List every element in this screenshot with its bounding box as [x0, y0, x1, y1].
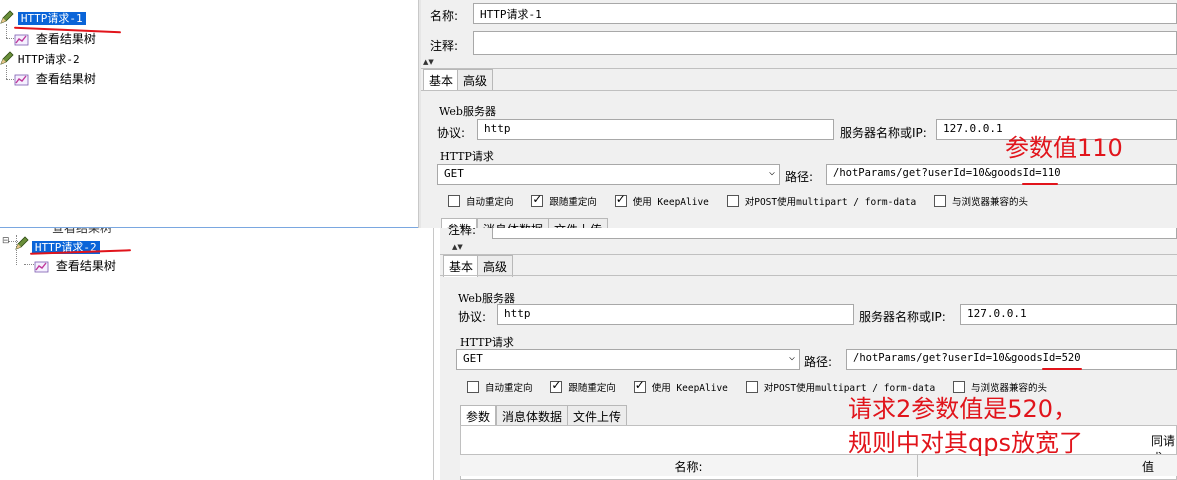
- top-http-request-legend: HTTP请求: [440, 150, 494, 163]
- bottom-http-request-legend: HTTP请求: [460, 336, 514, 349]
- bottom-tree-expand-icon[interactable]: ⊟: [2, 236, 10, 246]
- top-tree-label-2: HTTP请求-2: [17, 53, 80, 66]
- top-tab-advanced[interactable]: 高级: [457, 69, 494, 91]
- top-path-label: 路径:: [785, 170, 814, 184]
- top-protocol-field[interactable]: http: [477, 119, 834, 140]
- top-server-label: 服务器名称或IP:: [840, 126, 927, 140]
- bottom-path-underline: [1042, 368, 1082, 370]
- top-tab-body[interactable]: 消息体数据: [477, 218, 550, 228]
- top-annotation: 参数值110: [1005, 134, 1123, 162]
- bottom-server-label: 服务器名称或IP:: [859, 310, 946, 324]
- top-checkbox-row: 自动重定向 跟随重定向 使用 KeepAlive 对POST使用multipar…: [448, 192, 1028, 208]
- pen-icon: [0, 9, 14, 28]
- bottom-splitter-arrows[interactable]: ▲▼: [452, 243, 463, 251]
- bottom-method-value: GET: [463, 352, 483, 365]
- top-method-select[interactable]: GET ⌵: [437, 164, 780, 185]
- top-cb-keepalive[interactable]: 使用 KeepAlive: [614, 192, 709, 208]
- bottom-protocol-field[interactable]: http: [497, 304, 854, 325]
- bottom-method-select[interactable]: GET ⌵: [456, 349, 800, 370]
- top-tree: HTTP请求-1 查看结果树 HTTP请求-2 查看结果树: [0, 0, 418, 228]
- top-method-value: GET: [444, 167, 464, 180]
- bottom-annotation-line1: 请求2参数值是520，: [848, 395, 1078, 423]
- top-protocol-label: 协议:: [437, 126, 466, 140]
- pen-icon: [14, 235, 29, 250]
- top-tree-results-tree-1[interactable]: 查看结果树: [14, 30, 96, 47]
- top-tree-results-label-1: 查看结果树: [35, 32, 96, 46]
- params-name-header: 名称:: [460, 455, 918, 477]
- top-tree-selected-label: HTTP请求-1: [17, 12, 86, 25]
- top-cb-multipart[interactable]: 对POST使用multipart / form-data: [726, 193, 916, 208]
- top-tab-params[interactable]: 参数: [441, 218, 478, 228]
- top-screenshot: HTTP请求-1 查看结果树 HTTP请求-2 查看结果树 名称: HTTP请求…: [0, 0, 1177, 228]
- bottom-path-label: 路径:: [804, 355, 833, 369]
- top-tab-files[interactable]: 文件上传: [548, 218, 609, 228]
- bottom-cb-auto-redirect[interactable]: 自动重定向: [467, 379, 533, 394]
- top-tree-results-label-2: 查看结果树: [35, 72, 96, 86]
- top-web-server-legend: Web服务器: [439, 105, 496, 118]
- chevron-down-icon: ⌵: [768, 167, 775, 178]
- top-comment-label: 注释:: [430, 39, 459, 53]
- bottom-tab-advanced[interactable]: 高级: [477, 255, 514, 277]
- top-comment-field[interactable]: [473, 31, 1177, 55]
- bottom-tab-files[interactable]: 文件上传: [567, 405, 628, 427]
- top-cb-follow-redirect[interactable]: 跟随重定向: [531, 192, 597, 208]
- bottom-protocol-label: 协议:: [458, 310, 487, 324]
- chevron-down-icon: ⌵: [788, 352, 795, 363]
- bottom-screenshot: 查看结果树 ⊟ HTTP请求-2 查看结果树 注释: ▲▼ 基本 高级 Web服…: [0, 219, 1177, 480]
- top-cb-auto-redirect[interactable]: 自动重定向: [448, 193, 514, 208]
- top-path-field[interactable]: /hotParams/get?userId=10&goodsId=110: [826, 164, 1177, 185]
- top-tree-http-request-2[interactable]: HTTP请求-2: [0, 50, 80, 69]
- results-tree-icon: [34, 260, 50, 274]
- pen-icon: [0, 50, 14, 69]
- params-value-header: 值: [1142, 460, 1155, 474]
- results-tree-icon: [14, 33, 30, 47]
- top-name-label: 名称:: [430, 9, 459, 23]
- bottom-cb-keepalive[interactable]: 使用 KeepAlive: [633, 378, 728, 394]
- bottom-path-field[interactable]: /hotParams/get?userId=10&goodsId=520: [846, 349, 1177, 370]
- bottom-tab-params[interactable]: 参数: [460, 405, 497, 427]
- bottom-server-field[interactable]: 127.0.0.1: [960, 304, 1177, 325]
- bottom-tab-basic[interactable]: 基本: [443, 255, 480, 277]
- results-tree-icon: [14, 73, 30, 87]
- top-tree-http-request-1[interactable]: HTTP请求-1: [0, 9, 86, 28]
- top-splitter-arrows[interactable]: ▲▼: [423, 58, 434, 66]
- bottom-tab-body[interactable]: 消息体数据: [496, 405, 569, 427]
- top-cb-browser-headers[interactable]: 与浏览器兼容的头: [934, 193, 1028, 208]
- top-tab-basic[interactable]: 基本: [423, 69, 460, 91]
- bottom-tree-results-label: 查看结果树: [55, 259, 116, 273]
- top-bottom-tabs-clip: 参数 消息体数据 文件上传: [439, 214, 639, 228]
- bottom-cb-follow-redirect[interactable]: 跟随重定向: [550, 378, 616, 394]
- top-path-underline: [1022, 183, 1058, 185]
- top-form-panel: 名称: HTTP请求-1 注释: ▲▼ 基本 高级 Web服务器 协议: htt…: [421, 0, 1177, 228]
- bottom-tree-results-tree[interactable]: 查看结果树: [34, 257, 116, 274]
- top-name-field[interactable]: HTTP请求-1: [473, 3, 1177, 24]
- bottom-annotation-line2: 规则中对其qps放宽了: [848, 429, 1083, 457]
- top-tree-results-tree-2[interactable]: 查看结果树: [14, 70, 96, 87]
